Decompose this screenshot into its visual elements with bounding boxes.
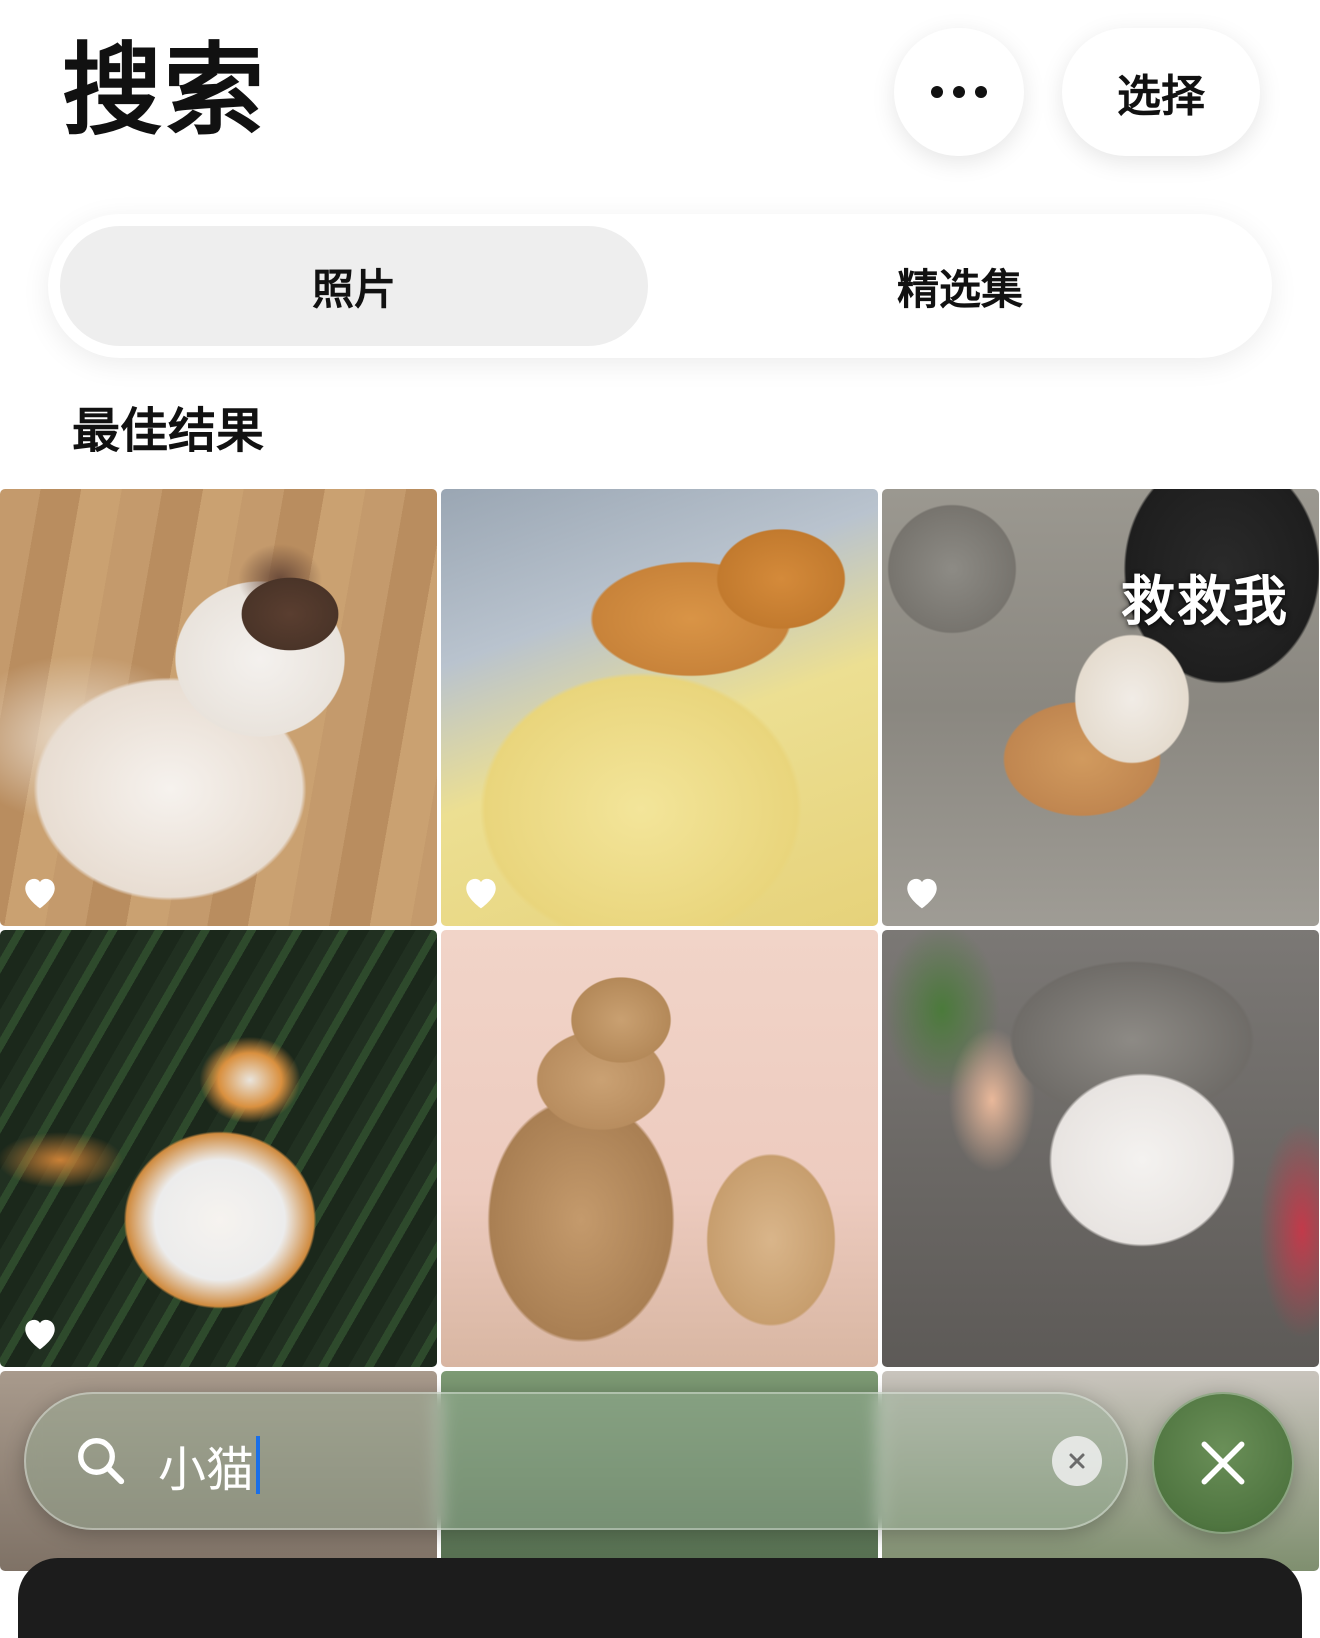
favorite-heart-icon <box>907 878 937 909</box>
keyboard-sheet-edge <box>18 1558 1302 1638</box>
cancel-search-button[interactable] <box>1152 1392 1294 1534</box>
photo-thumbnail[interactable] <box>441 930 878 1367</box>
photo-caption-text: 救救我 <box>1121 570 1289 633</box>
tab-photos[interactable]: 照片 <box>60 226 648 346</box>
photo-thumbnail[interactable]: 救救我 <box>882 489 1319 926</box>
favorite-heart-icon <box>25 1319 55 1350</box>
photo-thumbnail[interactable] <box>0 930 437 1367</box>
select-button[interactable]: 选择 <box>1062 28 1260 156</box>
search-icon <box>78 1438 125 1485</box>
clear-circle-icon <box>1069 1453 1085 1469</box>
favorite-heart-icon <box>25 878 55 909</box>
tab-featured-collections[interactable]: 精选集 <box>660 226 1260 346</box>
favorite-heart-icon <box>466 878 496 909</box>
text-caret <box>256 1436 261 1494</box>
search-query-text: 小猫 <box>158 1442 255 1498</box>
more-button[interactable] <box>894 28 1024 156</box>
photo-thumbnail[interactable] <box>441 489 878 926</box>
segmented-control: 照片 精选集 <box>48 214 1272 358</box>
close-icon <box>1201 1441 1245 1485</box>
photo-thumbnail[interactable] <box>882 930 1319 1367</box>
section-title-best-results: 最佳结果 <box>72 403 265 459</box>
ellipsis-icon <box>931 86 987 98</box>
search-input[interactable]: 小猫 <box>158 1430 261 1500</box>
clear-search-button[interactable] <box>1052 1436 1102 1486</box>
search-bar[interactable]: 小猫 <box>24 1392 1128 1530</box>
photo-thumbnail[interactable] <box>0 489 437 926</box>
page-title: 搜索 <box>62 32 266 149</box>
